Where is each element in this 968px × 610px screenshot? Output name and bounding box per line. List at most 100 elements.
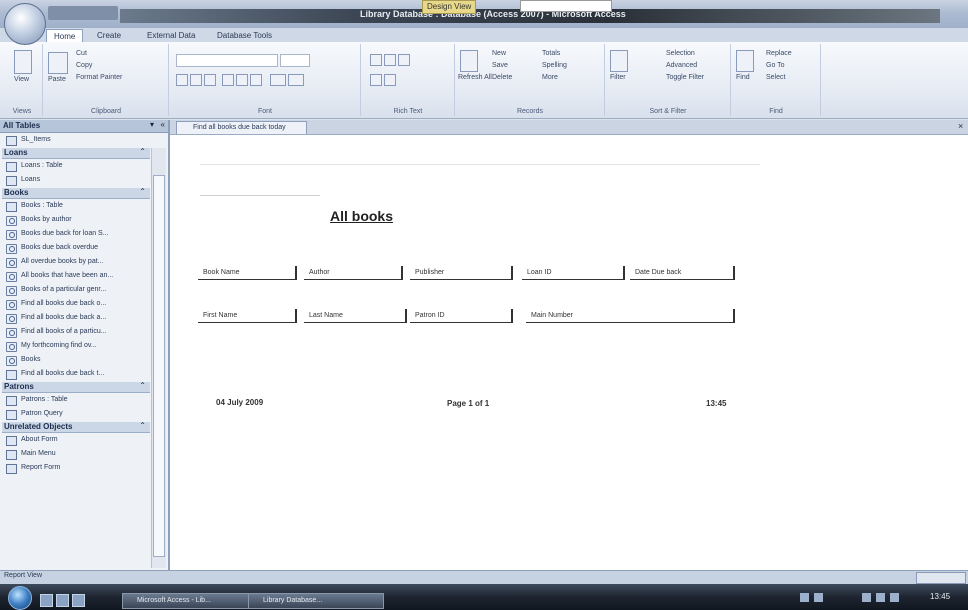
nav-item-table[interactable]: SL_Items [6, 134, 146, 147]
rtl-icon[interactable] [384, 74, 396, 86]
explorer-icon[interactable] [56, 594, 69, 607]
nav-item-query[interactable]: Find all books due back o... [6, 298, 146, 311]
filter-label[interactable]: Filter [610, 74, 626, 81]
nav-item-query[interactable]: All books that have been an... [6, 270, 146, 283]
nav-item-query[interactable]: Books by author [6, 214, 146, 227]
nav-item-table[interactable]: Loans [6, 174, 146, 187]
nav-item-query[interactable]: Find all books due back a... [6, 312, 146, 325]
field-main-number[interactable]: Main Number [526, 309, 735, 323]
nav-item-table[interactable]: About Form [6, 434, 146, 447]
nav-item-query[interactable]: Books [6, 354, 146, 367]
copy-label[interactable]: Copy [76, 62, 92, 69]
collapse-icon[interactable]: « [161, 120, 165, 129]
view-button-label[interactable]: View [14, 76, 29, 83]
numbering-icon[interactable] [384, 54, 396, 66]
bullets-icon[interactable] [370, 54, 382, 66]
field-publisher[interactable]: Publisher [410, 266, 513, 280]
italic-icon[interactable] [190, 74, 202, 86]
tab-home[interactable]: Home [46, 29, 84, 43]
nav-item-query[interactable]: Books due back for loan S... [6, 228, 146, 241]
close-icon[interactable]: × [958, 121, 963, 131]
cut-label[interactable]: Cut [76, 50, 87, 57]
selection-label[interactable]: Selection [666, 50, 695, 57]
start-button[interactable] [8, 586, 32, 610]
office-button[interactable] [4, 3, 46, 45]
view-switcher[interactable] [916, 572, 966, 584]
select-label[interactable]: Select [766, 74, 785, 81]
delete-record-label[interactable]: Delete [492, 74, 512, 81]
nav-section-header[interactable]: Patrons ⌃ [2, 381, 150, 393]
underline-icon[interactable] [204, 74, 216, 86]
chevron-down-icon[interactable]: ▾ [150, 120, 154, 129]
refresh-all-label[interactable]: Refresh All [458, 74, 492, 81]
field-author[interactable]: Author [304, 266, 403, 280]
font-color-icon[interactable] [270, 74, 286, 86]
nav-item-query[interactable]: All overdue books by pat... [6, 256, 146, 269]
field-patron-id[interactable]: Patron ID [410, 309, 513, 323]
nav-scrollbar-thumb[interactable] [153, 175, 165, 557]
show-desktop-icon[interactable] [40, 594, 53, 607]
spelling-label[interactable]: Spelling [542, 62, 567, 69]
tray-app-icon[interactable] [876, 593, 885, 602]
tab-external-data[interactable]: External Data [140, 29, 202, 42]
totals-label[interactable]: Totals [542, 50, 560, 57]
go-to-label[interactable]: Go To [766, 62, 785, 69]
nav-section-header[interactable]: Loans ⌃ [2, 147, 150, 159]
toggle-filter-label[interactable]: Toggle Filter [666, 74, 704, 81]
font-size-combo[interactable] [280, 54, 310, 67]
quick-access-toolbar[interactable] [48, 6, 118, 20]
paste-label[interactable]: Paste [48, 76, 66, 83]
bold-icon[interactable] [176, 74, 188, 86]
refresh-all-icon[interactable] [460, 50, 478, 72]
chevron-up-icon[interactable]: ⌃ [139, 421, 146, 430]
align-right-icon[interactable] [250, 74, 262, 86]
font-name-combo[interactable] [176, 54, 278, 67]
filter-icon[interactable] [610, 50, 628, 72]
chevron-up-icon[interactable]: ⌃ [139, 187, 146, 196]
network-icon[interactable] [800, 593, 809, 602]
field-book-name[interactable]: Book Name [198, 266, 297, 280]
replace-label[interactable]: Replace [766, 50, 792, 57]
nav-item-table[interactable]: Main Menu [6, 448, 146, 461]
tab-create[interactable]: Create [90, 29, 128, 42]
indent-icon[interactable] [398, 54, 410, 66]
nav-item-report[interactable]: Find all books due back t... [6, 368, 146, 381]
volume-icon[interactable] [814, 593, 823, 602]
nav-pane-header[interactable]: All Tables ▾ « [0, 120, 168, 133]
nav-item-query[interactable]: Books of a particular genr... [6, 284, 146, 297]
fill-color-icon[interactable] [288, 74, 304, 86]
more-label[interactable]: More [542, 74, 558, 81]
tab-database-tools[interactable]: Database Tools [210, 29, 279, 42]
field-last-name[interactable]: Last Name [304, 309, 407, 323]
field-date-due-back[interactable]: Date Due back [630, 266, 735, 280]
advanced-label[interactable]: Advanced [666, 62, 697, 69]
ltr-icon[interactable] [370, 74, 382, 86]
nav-section-header[interactable]: Books ⌃ [2, 187, 150, 199]
taskbar-button-database[interactable]: Library Database... [248, 593, 384, 609]
find-label[interactable]: Find [736, 74, 750, 81]
paste-icon[interactable] [48, 52, 68, 74]
format-painter-label[interactable]: Format Painter [76, 74, 122, 81]
align-left-icon[interactable] [222, 74, 234, 86]
nav-item-query[interactable]: Books due back overdue [6, 242, 146, 255]
tab-report[interactable]: Find all books due back today [176, 121, 307, 134]
nav-item-table[interactable]: Patrons : Table [6, 394, 146, 407]
nav-item-table[interactable]: Loans : Table [6, 160, 146, 173]
nav-section-header[interactable]: Unrelated Objects ⌃ [2, 421, 150, 433]
chevron-up-icon[interactable]: ⌃ [139, 147, 146, 156]
field-first-name[interactable]: First Name [198, 309, 297, 323]
nav-item-query[interactable]: Find all books of a particu... [6, 326, 146, 339]
language-icon[interactable] [862, 593, 871, 602]
align-center-icon[interactable] [236, 74, 248, 86]
chevron-up-icon[interactable]: ⌃ [139, 381, 146, 390]
new-record-label[interactable]: New [492, 50, 506, 57]
save-record-label[interactable]: Save [492, 62, 508, 69]
field-loan-id[interactable]: Loan ID [522, 266, 625, 280]
find-icon[interactable] [736, 50, 754, 72]
view-icon[interactable] [14, 50, 32, 74]
nav-item-table[interactable]: Patron Query [6, 408, 146, 421]
nav-item-table[interactable]: Books : Table [6, 200, 146, 213]
nav-item-query[interactable]: My forthcoming find ov... [6, 340, 146, 353]
taskbar-button-access[interactable]: Microsoft Access - Lib... [122, 593, 258, 609]
nav-item-table[interactable]: Report Form [6, 462, 146, 475]
